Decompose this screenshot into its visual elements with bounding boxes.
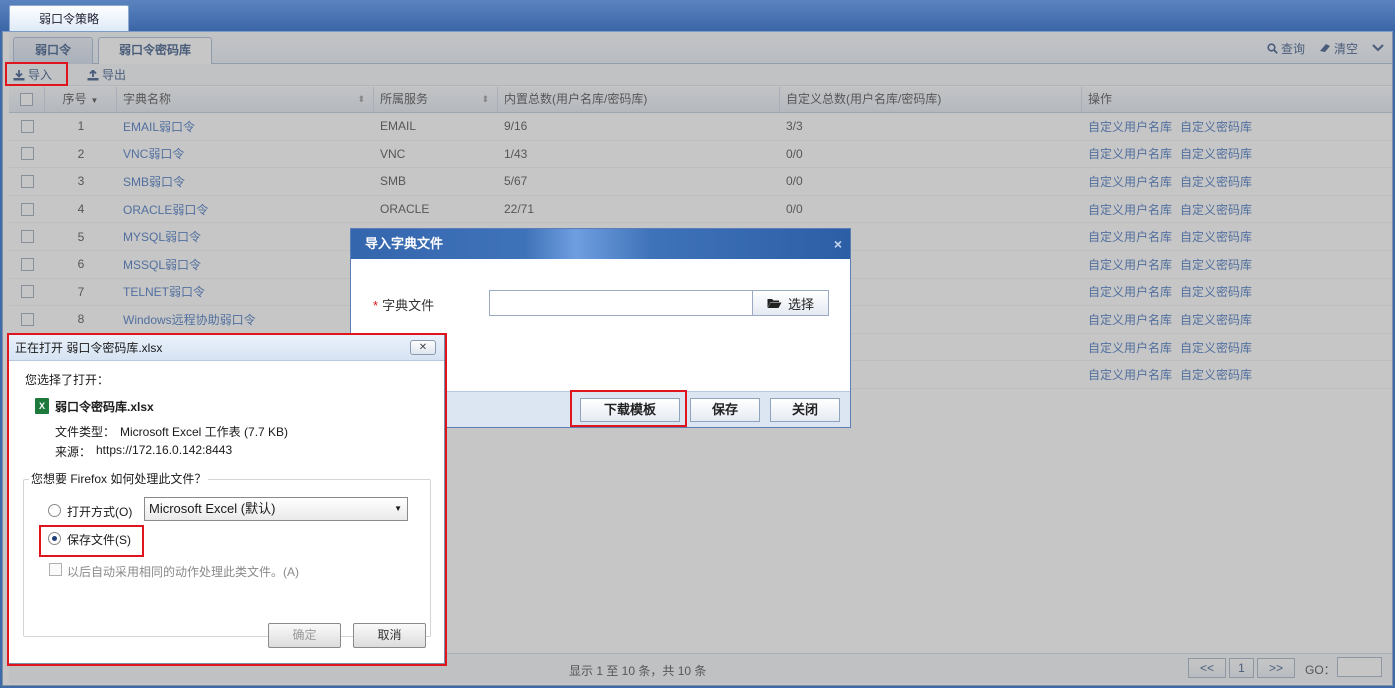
ok-button[interactable]: 确定 (268, 623, 341, 648)
save-file-radio[interactable] (48, 532, 61, 545)
download-template-button[interactable]: 下载模板 (580, 398, 680, 422)
auto-action-checkbox[interactable] (49, 563, 62, 576)
firefox-download-dialog: 正在打开 弱口令密码库.xlsx ✕ 您选择了打开： X 弱口令密码库.xlsx… (8, 334, 445, 664)
choose-file-button[interactable]: 选择 (752, 290, 829, 316)
dictionary-file-label: * 字典文件 (373, 295, 434, 314)
save-file-label[interactable]: 保存文件(S) (67, 531, 131, 548)
file-type-label: 文件类型： (55, 425, 116, 439)
save-button[interactable]: 保存 (690, 398, 760, 422)
open-with-radio[interactable] (48, 504, 61, 517)
tab-weak-password-policy[interactable]: 弱口令策略 (9, 5, 129, 32)
dictionary-file-input[interactable] (489, 290, 753, 316)
choose-label: 选择 (787, 296, 814, 312)
dropdown-arrow-icon: ▼ (394, 504, 402, 513)
dialog-title-bar: 导入字典文件 × (351, 229, 850, 259)
file-type-value: Microsoft Excel 工作表 (7.7 KB) (120, 425, 289, 439)
cancel-button[interactable]: 取消 (353, 623, 426, 648)
outer-tab-strip: 弱口令策略 (0, 0, 1395, 32)
open-with-app-value: Microsoft Excel (默认) (149, 501, 276, 516)
close-icon[interactable]: × (834, 229, 842, 259)
open-with-app-select[interactable]: Microsoft Excel (默认) ▼ (144, 497, 408, 521)
field-label-text: 字典文件 (382, 298, 435, 313)
ff-body: 您选择了打开： X 弱口令密码库.xlsx 文件类型： Microsoft Ex… (9, 361, 444, 663)
chosen-label: 您选择了打开： (25, 373, 110, 387)
ff-title-bar: 正在打开 弱口令密码库.xlsx ✕ (9, 335, 444, 361)
ff-title: 正在打开 弱口令密码库.xlsx (15, 341, 163, 355)
file-name: 弱口令密码库.xlsx (55, 400, 154, 414)
excel-icon: X (35, 398, 49, 414)
source-label: 来源： (55, 445, 92, 459)
close-icon[interactable]: ✕ (410, 340, 436, 355)
dialog-title: 导入字典文件 (365, 236, 444, 251)
source-value: https://172.16.0.142:8443 (96, 443, 233, 457)
required-mark: * (373, 298, 379, 313)
close-button[interactable]: 关闭 (770, 398, 840, 422)
folder-open-icon (767, 299, 782, 308)
auto-action-label: 以后自动采用相同的动作处理此类文件。(A) (67, 565, 299, 579)
open-with-label[interactable]: 打开方式(O) (67, 503, 132, 520)
handling-question: 您想要 Firefox 如何处理此文件？ (29, 470, 209, 487)
